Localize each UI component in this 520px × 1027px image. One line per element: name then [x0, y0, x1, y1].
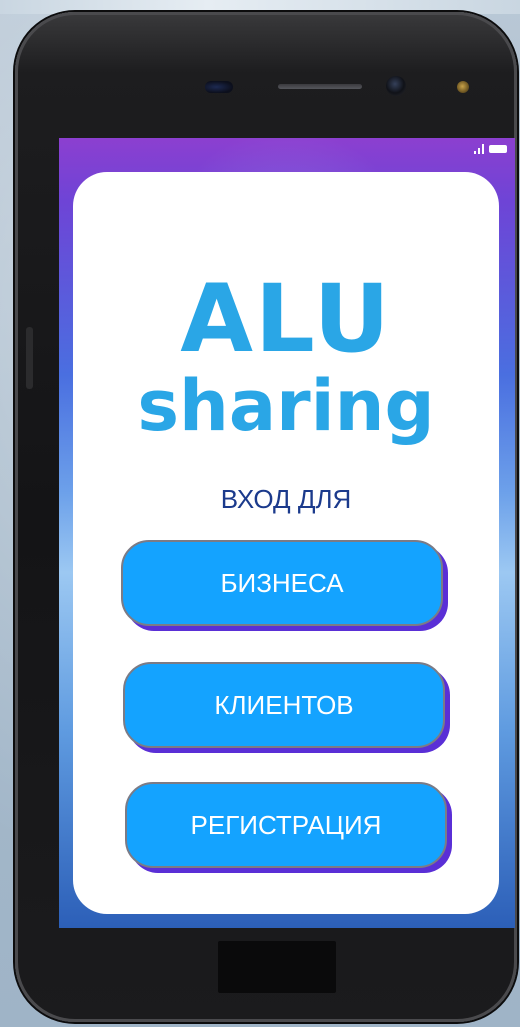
- app-title-alu: ALU: [180, 265, 392, 374]
- battery-icon: [489, 145, 507, 153]
- phone-screen: ALU sharing ВХОД ДЛЯ БИЗНЕСА КЛИЕНТОВ РЕ…: [59, 138, 515, 928]
- phone-frame: ALU sharing ВХОД ДЛЯ БИЗНЕСА КЛИЕНТОВ РЕ…: [15, 12, 517, 1022]
- business-login-button[interactable]: БИЗНЕСА: [121, 540, 443, 626]
- registration-button[interactable]: РЕГИСТРАЦИЯ: [125, 782, 447, 868]
- login-card: ALU sharing ВХОД ДЛЯ БИЗНЕСА КЛИЕНТОВ РЕ…: [73, 172, 499, 914]
- login-for-label: ВХОД ДЛЯ: [220, 484, 352, 514]
- app-title-sharing: sharing: [137, 365, 435, 447]
- front-camera-icon: [386, 76, 406, 96]
- earpiece-speaker: [278, 84, 362, 89]
- volume-button: [26, 327, 33, 389]
- proximity-sensor: [205, 81, 233, 93]
- status-bar: [474, 142, 507, 156]
- front-flash-icon: [457, 81, 469, 93]
- signal-icon: [474, 144, 484, 154]
- clients-login-button[interactable]: КЛИЕНТОВ: [123, 662, 445, 748]
- home-button[interactable]: [218, 941, 336, 993]
